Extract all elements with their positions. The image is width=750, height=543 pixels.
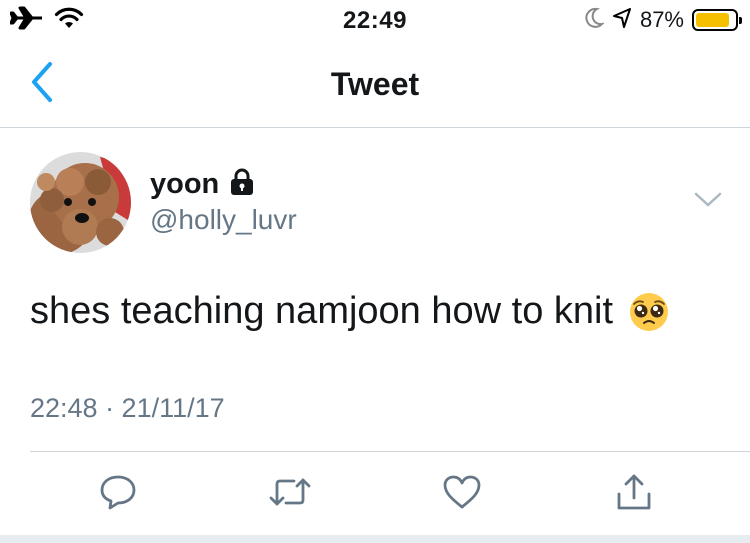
avatar[interactable] bbox=[30, 152, 131, 253]
bottom-strip bbox=[0, 535, 750, 543]
retweet-icon bbox=[268, 476, 312, 513]
reply-icon bbox=[98, 473, 138, 516]
divider bbox=[30, 451, 750, 452]
retweet-button[interactable] bbox=[264, 470, 316, 518]
like-button[interactable] bbox=[436, 470, 488, 518]
share-icon bbox=[614, 472, 654, 517]
location-arrow-icon bbox=[612, 7, 632, 34]
battery-percent: 87% bbox=[639, 7, 684, 32]
status-bar: 22:49 87% bbox=[0, 0, 750, 40]
author-name-row: yoon bbox=[150, 168, 255, 201]
chevron-down-icon bbox=[694, 192, 722, 213]
status-right-icons: 87% bbox=[584, 6, 742, 34]
moon-icon bbox=[584, 7, 605, 34]
share-button[interactable] bbox=[608, 470, 660, 518]
nav-bar: Tweet bbox=[0, 40, 750, 128]
tweet-text-content: shes teaching namjoon how to knit bbox=[30, 290, 614, 332]
battery-fill bbox=[696, 13, 730, 27]
lock-icon bbox=[229, 168, 255, 201]
battery-icon bbox=[692, 9, 742, 31]
tweet-menu-button[interactable] bbox=[690, 188, 726, 216]
display-name[interactable]: yoon bbox=[150, 168, 219, 201]
pleading-face-emoji bbox=[629, 292, 669, 332]
page-title: Tweet bbox=[330, 66, 420, 102]
author-handle[interactable]: @holly_luvr bbox=[150, 204, 297, 236]
tweet-text: shes teaching namjoon how to knit bbox=[30, 290, 669, 333]
heart-icon bbox=[442, 474, 482, 515]
tweet-actions bbox=[0, 466, 750, 522]
tweet-timestamp[interactable]: 22:48 · 21/11/17 bbox=[30, 393, 225, 424]
reply-button[interactable] bbox=[92, 470, 144, 518]
